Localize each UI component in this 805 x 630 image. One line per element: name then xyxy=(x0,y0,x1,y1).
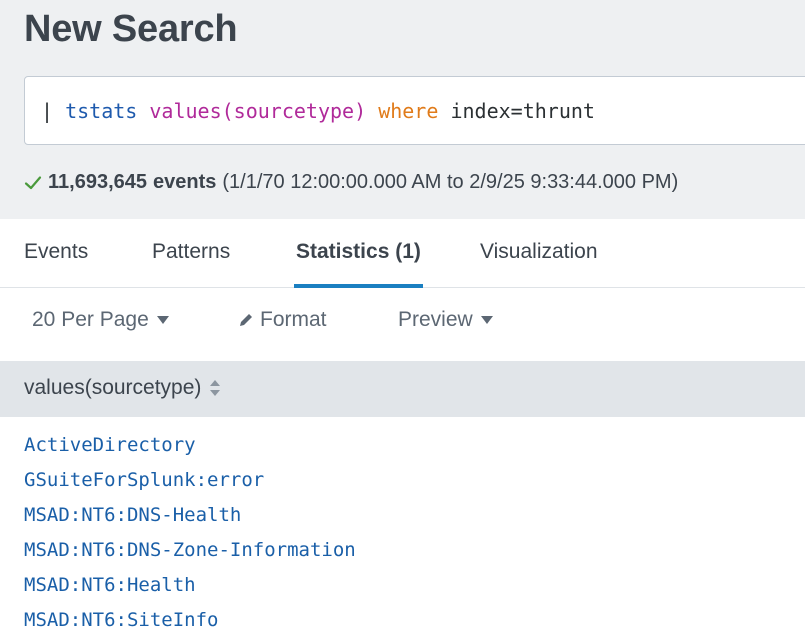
event-count: 11,693,645 xyxy=(48,171,147,193)
result-tabs: Events Patterns Statistics (1) Visualiza… xyxy=(0,219,805,288)
pencil-icon xyxy=(240,314,252,326)
search-query[interactable]: | tstats values(sourcetype) where index=… xyxy=(41,99,595,123)
event-count-label: events xyxy=(153,171,217,193)
column-header[interactable]: values(sourcetype) xyxy=(24,376,221,400)
format-label: Format xyxy=(260,308,327,331)
search-header: New Search | tstats values(sourcetype) w… xyxy=(0,0,805,219)
tab-statistics[interactable]: Statistics (1) xyxy=(294,219,423,288)
query-command: tstats xyxy=(65,99,138,123)
table-row[interactable]: MSAD:NT6:Health xyxy=(24,573,804,608)
time-range: (1/1/70 12:00:00.000 AM to 2/9/25 9:33:4… xyxy=(222,171,679,193)
query-pipe: | xyxy=(41,99,54,123)
per-page-dropdown[interactable]: 20 Per Page xyxy=(32,308,169,332)
search-page: New Search | tstats values(sourcetype) w… xyxy=(0,0,805,630)
table-row[interactable]: ActiveDirectory xyxy=(24,433,804,468)
search-status: 11,693,645 events (1/1/70 12:00:00.000 A… xyxy=(24,171,678,194)
page-title: New Search xyxy=(24,8,238,50)
result-rows: ActiveDirectory GSuiteForSplunk:error MS… xyxy=(24,433,804,630)
caret-down-icon xyxy=(480,316,493,324)
table-row[interactable]: MSAD:NT6:DNS-Zone-Information xyxy=(24,538,804,573)
check-icon xyxy=(24,175,42,189)
tab-patterns[interactable]: Patterns xyxy=(152,219,230,288)
table-header: values(sourcetype) xyxy=(0,361,805,417)
search-input[interactable]: | tstats values(sourcetype) where index=… xyxy=(24,76,805,145)
query-function: values(sourcetype) xyxy=(149,99,367,123)
caret-down-icon xyxy=(156,316,169,324)
format-button[interactable]: Format xyxy=(238,308,327,332)
table-row[interactable]: MSAD:NT6:SiteInfo xyxy=(24,608,804,630)
sort-icon xyxy=(210,380,221,396)
tab-visualization[interactable]: Visualization xyxy=(480,219,598,288)
table-row[interactable]: GSuiteForSplunk:error xyxy=(24,468,804,503)
query-keyword: where xyxy=(378,99,439,123)
results-toolbar: 20 Per Page Format Preview xyxy=(0,288,805,361)
column-header-label: values(sourcetype) xyxy=(24,376,202,399)
tab-events[interactable]: Events xyxy=(24,219,88,288)
table-row[interactable]: MSAD:NT6:DNS-Health xyxy=(24,503,804,538)
preview-label: Preview xyxy=(398,308,473,331)
query-argument: index=thrunt xyxy=(450,99,595,123)
preview-dropdown[interactable]: Preview xyxy=(398,308,493,332)
per-page-label: 20 Per Page xyxy=(32,308,149,331)
